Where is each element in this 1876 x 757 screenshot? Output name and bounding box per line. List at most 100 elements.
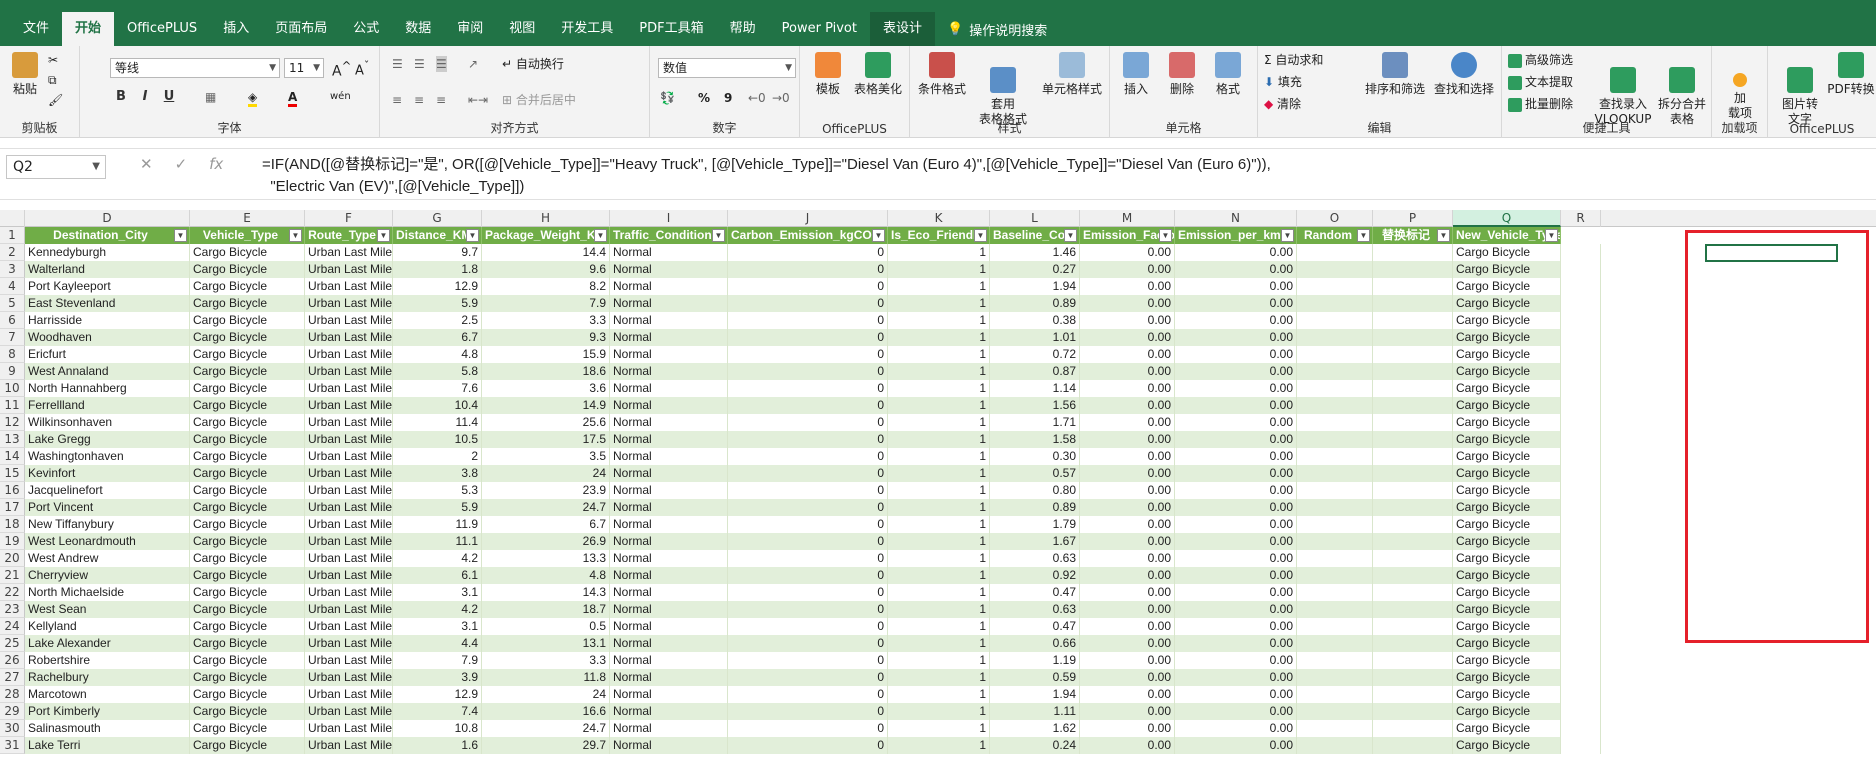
- table-cell[interactable]: 9.3: [482, 329, 610, 346]
- table-cell[interactable]: 1.46: [990, 244, 1080, 261]
- empty-cell[interactable]: [1561, 397, 1601, 414]
- table-cell[interactable]: 0.00: [1080, 533, 1175, 550]
- font-color-icon[interactable]: A: [288, 89, 298, 107]
- table-cell[interactable]: Cargo Bicycle: [190, 584, 305, 601]
- row-header[interactable]: 28: [0, 686, 25, 703]
- table-cell[interactable]: 0.00: [1175, 686, 1297, 703]
- table-cell[interactable]: 0: [728, 533, 888, 550]
- table-cell[interactable]: Robertshire: [25, 652, 190, 669]
- table-cell[interactable]: 0: [728, 635, 888, 652]
- row-header[interactable]: 13: [0, 431, 25, 448]
- table-cell[interactable]: Normal: [610, 329, 728, 346]
- table-cell[interactable]: 3.1: [393, 618, 482, 635]
- table-cell[interactable]: 1.14: [990, 380, 1080, 397]
- table-cell[interactable]: Cargo Bicycle: [190, 703, 305, 720]
- table-cell[interactable]: 6.7: [482, 516, 610, 533]
- table-cell[interactable]: 1: [888, 618, 990, 635]
- table-cell[interactable]: 0.00: [1175, 465, 1297, 482]
- table-cell[interactable]: 13.3: [482, 550, 610, 567]
- table-cell[interactable]: [1297, 533, 1373, 550]
- table-cell[interactable]: [1373, 414, 1453, 431]
- table-cell[interactable]: Wilkinsonhaven: [25, 414, 190, 431]
- table-cell[interactable]: 0.00: [1175, 601, 1297, 618]
- table-cell[interactable]: 23.9: [482, 482, 610, 499]
- table-cell[interactable]: 24.7: [482, 720, 610, 737]
- table-cell[interactable]: 0.00: [1175, 669, 1297, 686]
- table-cell[interactable]: 0.00: [1175, 380, 1297, 397]
- row-header[interactable]: 15: [0, 465, 25, 482]
- table-cell[interactable]: Cargo Bicycle: [1453, 278, 1561, 295]
- table-cell[interactable]: 0.00: [1080, 635, 1175, 652]
- table-cell[interactable]: 0.59: [990, 669, 1080, 686]
- table-cell[interactable]: 0.27: [990, 261, 1080, 278]
- table-cell[interactable]: 0.00: [1080, 448, 1175, 465]
- empty-cell[interactable]: [1561, 601, 1601, 618]
- table-cell[interactable]: [1297, 584, 1373, 601]
- table-cell[interactable]: Cargo Bicycle: [190, 414, 305, 431]
- pdf-convert-button[interactable]: PDF转换: [1826, 52, 1876, 97]
- table-cell[interactable]: Urban Last Mile: [305, 703, 393, 720]
- table-cell[interactable]: [1297, 669, 1373, 686]
- fill-button[interactable]: ⬇ 填充: [1264, 74, 1302, 90]
- table-cell[interactable]: 1.58: [990, 431, 1080, 448]
- table-cell[interactable]: Normal: [610, 533, 728, 550]
- table-cell[interactable]: Normal: [610, 295, 728, 312]
- table-cell[interactable]: Normal: [610, 669, 728, 686]
- table-cell[interactable]: [1373, 618, 1453, 635]
- table-cell[interactable]: Cargo Bicycle: [190, 567, 305, 584]
- table-cell[interactable]: 18.6: [482, 363, 610, 380]
- table-cell[interactable]: [1373, 550, 1453, 567]
- table-cell[interactable]: 1: [888, 346, 990, 363]
- table-cell[interactable]: 1: [888, 363, 990, 380]
- table-cell[interactable]: Urban Last Mile: [305, 567, 393, 584]
- table-cell[interactable]: 12.9: [393, 686, 482, 703]
- table-cell[interactable]: 0.47: [990, 618, 1080, 635]
- table-cell[interactable]: [1297, 465, 1373, 482]
- table-cell[interactable]: Cargo Bicycle: [1453, 380, 1561, 397]
- table-cell[interactable]: Kevinfort: [25, 465, 190, 482]
- table-cell[interactable]: 24: [482, 686, 610, 703]
- column-header-o[interactable]: O: [1297, 210, 1373, 227]
- table-cell[interactable]: 1.94: [990, 278, 1080, 295]
- table-cell[interactable]: Cargo Bicycle: [190, 737, 305, 754]
- row-header[interactable]: 25: [0, 635, 25, 652]
- table-cell[interactable]: 0: [728, 703, 888, 720]
- copy-icon[interactable]: ⧉: [48, 72, 57, 88]
- table-cell[interactable]: Cargo Bicycle: [1453, 567, 1561, 584]
- border-icon[interactable]: ▦: [205, 89, 216, 105]
- table-header-cell[interactable]: 替换标记 ▼: [1373, 227, 1453, 244]
- align-left-icon[interactable]: ≡: [392, 92, 402, 108]
- table-cell[interactable]: 0: [728, 346, 888, 363]
- table-cell[interactable]: 0.00: [1080, 312, 1175, 329]
- table-cell[interactable]: 1: [888, 550, 990, 567]
- table-cell[interactable]: 14.9: [482, 397, 610, 414]
- italic-button[interactable]: I: [136, 89, 154, 104]
- table-cell[interactable]: Cargo Bicycle: [190, 652, 305, 669]
- table-cell[interactable]: [1297, 703, 1373, 720]
- table-cell[interactable]: 0.00: [1080, 499, 1175, 516]
- column-header-q[interactable]: Q: [1453, 210, 1561, 227]
- table-cell[interactable]: North Hannahberg: [25, 380, 190, 397]
- table-cell[interactable]: 0.00: [1175, 533, 1297, 550]
- table-cell[interactable]: Ericfurt: [25, 346, 190, 363]
- table-header-cell[interactable]: Random ▼: [1297, 227, 1373, 244]
- table-cell[interactable]: 0.00: [1080, 584, 1175, 601]
- table-cell[interactable]: 0.00: [1175, 567, 1297, 584]
- table-cell[interactable]: Harrisside: [25, 312, 190, 329]
- table-cell[interactable]: [1373, 703, 1453, 720]
- table-cell[interactable]: 0: [728, 244, 888, 261]
- column-header-d[interactable]: D: [25, 210, 190, 227]
- table-cell[interactable]: 1: [888, 567, 990, 584]
- row-header[interactable]: 2: [0, 244, 25, 261]
- table-cell[interactable]: 0.00: [1175, 584, 1297, 601]
- vlookup-button[interactable]: 查找录入 VLOOKUP: [1594, 52, 1652, 127]
- empty-cell[interactable]: [1561, 703, 1601, 720]
- table-cell[interactable]: Cargo Bicycle: [190, 686, 305, 703]
- tab-13[interactable]: 表设计: [870, 12, 936, 46]
- table-cell[interactable]: 1: [888, 312, 990, 329]
- wrap-text-button[interactable]: ↵ 自动换行: [502, 56, 564, 72]
- filter-dropdown-icon[interactable]: ▼: [712, 229, 725, 242]
- table-cell[interactable]: 0: [728, 550, 888, 567]
- table-cell[interactable]: 4.8: [482, 567, 610, 584]
- table-cell[interactable]: Kennedyburgh: [25, 244, 190, 261]
